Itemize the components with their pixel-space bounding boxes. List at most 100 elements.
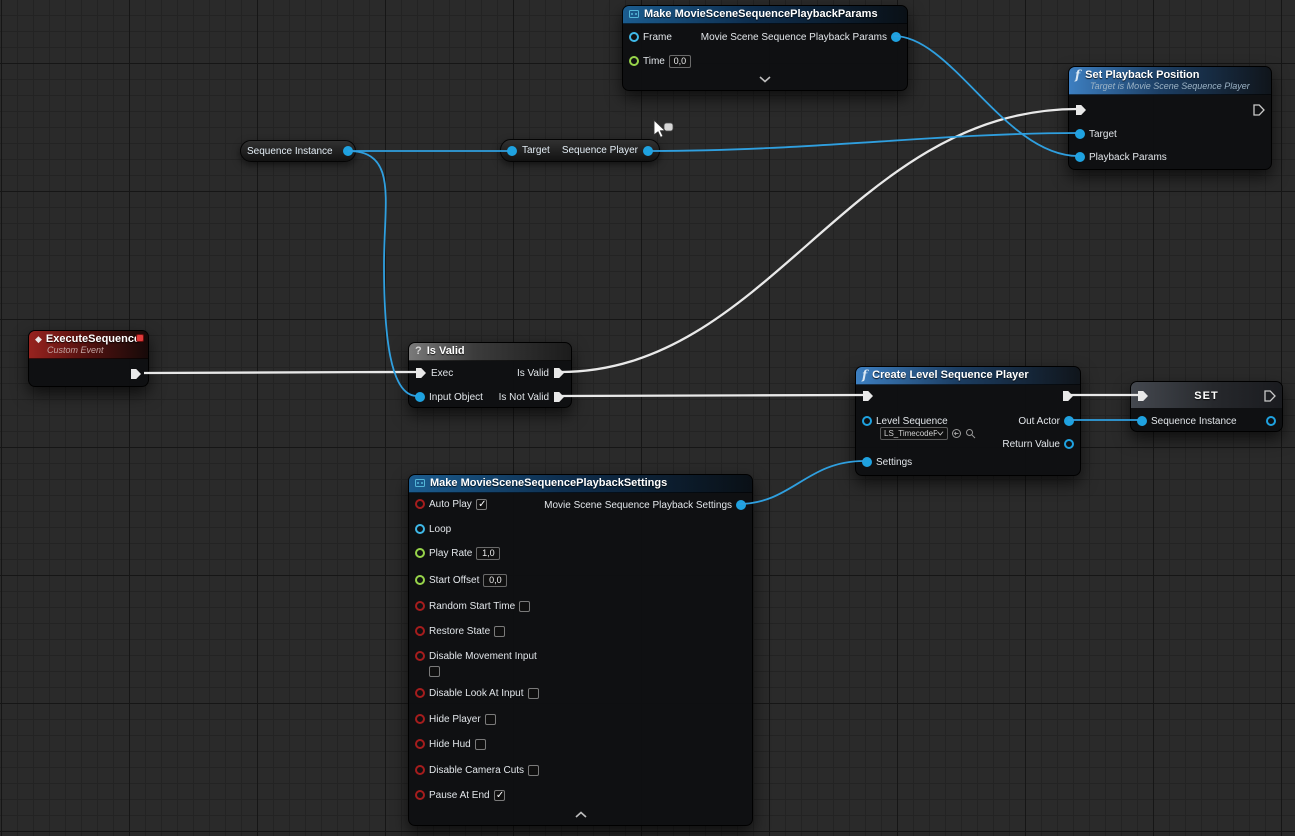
disable-look-at-input-checkbox[interactable] — [528, 688, 539, 699]
hide-hud-checkbox[interactable] — [475, 739, 486, 750]
data-wire — [348, 151, 417, 396]
set-out-pin[interactable] — [1266, 416, 1276, 426]
target-pin[interactable] — [1075, 129, 1085, 139]
start-offset-pin[interactable] — [415, 575, 425, 585]
exec-out-pin[interactable] — [1253, 104, 1265, 116]
out-actor-pin[interactable] — [1064, 416, 1074, 426]
target-in-pin[interactable] — [507, 146, 517, 156]
node-make-playback-settings[interactable]: Make MovieSceneSequencePlaybackSettings … — [408, 474, 753, 826]
node-title: Make MovieSceneSequencePlaybackParams — [644, 8, 878, 20]
exec-out-row — [1062, 390, 1074, 402]
data-wire — [894, 36, 1078, 156]
sequence-instance-in-row: Sequence Instance — [1137, 415, 1237, 427]
is-valid-exec-out-pin[interactable] — [553, 367, 565, 379]
pin-label: Sequence Instance — [1151, 416, 1237, 427]
node-set-sequence-instance[interactable]: SET Sequence Instance — [1130, 381, 1283, 432]
pin-label: Hide Player — [429, 714, 481, 725]
node-header[interactable]: Make MovieSceneSequencePlaybackParams — [623, 6, 907, 24]
hide-player-pin[interactable] — [415, 714, 425, 724]
pin-label: Target — [522, 145, 550, 156]
pin-label: Start Offset — [429, 575, 479, 586]
frame-pin[interactable] — [629, 32, 639, 42]
use-selected-icon[interactable] — [951, 428, 962, 439]
random-start-time-checkbox[interactable] — [519, 601, 530, 612]
restore-state-pin[interactable] — [415, 626, 425, 636]
event-flag-icon[interactable] — [136, 334, 144, 342]
pause-at-end-checkbox[interactable] — [494, 790, 505, 801]
level-sequence-pin[interactable] — [862, 416, 872, 426]
restore-state-checkbox[interactable] — [494, 626, 505, 637]
settings-row-disable-camera-cuts: Disable Camera Cuts — [415, 764, 539, 776]
settings-out-row: Movie Scene Sequence Playback Settings — [544, 499, 746, 511]
exec-in-pin[interactable] — [862, 390, 874, 402]
data-wire — [652, 133, 1078, 151]
input-object-pin[interactable] — [415, 392, 425, 402]
settings-row: Settings — [862, 456, 912, 468]
node-execute-sequence-event[interactable]: ◆ ExecuteSequence Custom Event — [28, 330, 149, 387]
node-create-level-sequence-player[interactable]: f Create Level Sequence Player Level Seq… — [855, 366, 1081, 476]
exec-out-pin[interactable] — [130, 368, 142, 380]
pin-label: Movie Scene Sequence Playback Params — [701, 32, 887, 43]
sequence-player-out-pin[interactable] — [643, 146, 653, 156]
exec-in-pin[interactable] — [1075, 104, 1087, 116]
chevron-down-icon[interactable] — [759, 70, 771, 88]
pin-label: Play Rate — [429, 548, 472, 559]
time-value-field[interactable] — [669, 55, 691, 68]
question-mark-icon: ? — [415, 345, 422, 357]
disable-camera-cuts-pin[interactable] — [415, 765, 425, 775]
start-offset-value-field[interactable] — [483, 574, 507, 587]
search-icon[interactable] — [965, 428, 976, 439]
playback-settings-out-pin[interactable] — [736, 500, 746, 510]
playback-params-out-pin[interactable] — [891, 32, 901, 42]
asset-dropdown[interactable]: LS_TimecodePr — [880, 427, 948, 440]
pin-label: Disable Look At Input — [429, 688, 524, 699]
node-header[interactable]: ? Is Valid — [409, 343, 571, 361]
disable-movement-input-pin[interactable] — [415, 651, 425, 661]
blueprint-graph-canvas[interactable]: Make MovieSceneSequencePlaybackParams Fr… — [0, 0, 1295, 836]
node-make-playback-params[interactable]: Make MovieSceneSequencePlaybackParams Fr… — [622, 5, 908, 91]
time-pin[interactable] — [629, 56, 639, 66]
play-rate-pin[interactable] — [415, 548, 425, 558]
sequence-instance-in-pin[interactable] — [1137, 416, 1147, 426]
node-set-playback-position[interactable]: f Set Playback Position Target is Movie … — [1068, 66, 1272, 170]
node-get-sequence-player[interactable]: Target Sequence Player — [500, 139, 660, 162]
playback-params-pin[interactable] — [1075, 152, 1085, 162]
hide-player-checkbox[interactable] — [485, 714, 496, 725]
make-struct-icon — [629, 9, 639, 19]
chevron-up-icon[interactable] — [575, 805, 587, 823]
disable-movement-input-checkbox[interactable] — [429, 666, 440, 677]
play-rate-value-field[interactable] — [476, 547, 500, 560]
pin-label: Is Not Valid — [499, 392, 549, 403]
is-not-valid-exec-out-pin[interactable] — [553, 391, 565, 403]
sequence-instance-out-pin[interactable] — [343, 146, 353, 156]
pause-at-end-pin[interactable] — [415, 790, 425, 800]
disable-camera-cuts-checkbox[interactable] — [528, 765, 539, 776]
node-title: SET — [1194, 390, 1218, 402]
node-is-valid[interactable]: ? Is Valid Exec Is Valid Input Object Is… — [408, 342, 572, 408]
loop-pin[interactable] — [415, 524, 425, 534]
data-wire — [738, 461, 864, 504]
settings-row-start-offset: Start Offset — [415, 574, 507, 586]
node-get-sequence-instance[interactable]: Sequence Instance — [240, 140, 356, 162]
auto-play-pin[interactable] — [415, 499, 425, 509]
exec-in-row: Exec — [415, 367, 453, 379]
node-header[interactable]: f Create Level Sequence Player — [856, 367, 1080, 385]
hide-hud-pin[interactable] — [415, 739, 425, 749]
return-value-pin[interactable] — [1064, 439, 1074, 449]
exec-out-pin[interactable] — [1264, 390, 1276, 402]
node-header[interactable]: Make MovieSceneSequencePlaybackSettings — [409, 475, 752, 493]
node-header[interactable]: ◆ ExecuteSequence Custom Event — [29, 331, 148, 359]
settings-row-disable-look-at-input: Disable Look At Input — [415, 687, 539, 699]
settings-row-pause-at-end: Pause At End — [415, 789, 505, 801]
asset-picker-row: LS_TimecodePr — [880, 427, 976, 439]
node-header[interactable]: f Set Playback Position Target is Movie … — [1069, 67, 1271, 95]
auto-play-checkbox[interactable] — [476, 499, 487, 510]
disable-look-at-input-pin[interactable] — [415, 688, 425, 698]
pin-label: Auto Play — [429, 499, 472, 510]
pin-label: Movie Scene Sequence Playback Settings — [544, 500, 732, 511]
random-start-time-pin[interactable] — [415, 601, 425, 611]
exec-in-pin[interactable] — [415, 367, 427, 379]
pin-label: Disable Camera Cuts — [429, 765, 524, 776]
settings-pin[interactable] — [862, 457, 872, 467]
exec-out-pin[interactable] — [1062, 390, 1074, 402]
